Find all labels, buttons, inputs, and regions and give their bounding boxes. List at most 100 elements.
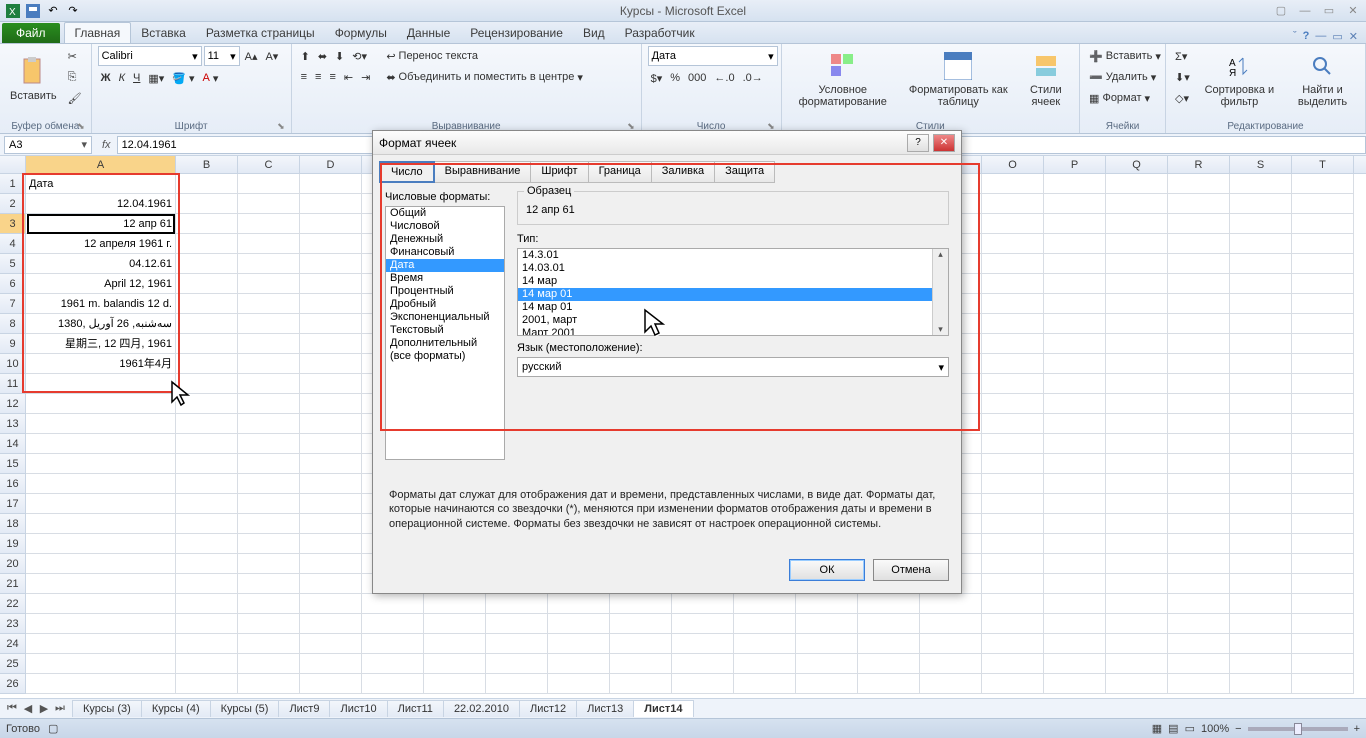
- cell[interactable]: [176, 354, 238, 374]
- cell[interactable]: [1168, 494, 1230, 514]
- cell[interactable]: [238, 394, 300, 414]
- cell[interactable]: [238, 674, 300, 694]
- cell[interactable]: [300, 534, 362, 554]
- cell[interactable]: [1292, 374, 1354, 394]
- cell[interactable]: [1168, 294, 1230, 314]
- rowhead-14[interactable]: 14: [0, 434, 26, 454]
- cell[interactable]: [1230, 334, 1292, 354]
- rowhead-16[interactable]: 16: [0, 474, 26, 494]
- cell[interactable]: [424, 594, 486, 614]
- bold-button[interactable]: Ж: [98, 68, 114, 88]
- dtab-fill[interactable]: Заливка: [651, 161, 715, 183]
- cell[interactable]: [1106, 314, 1168, 334]
- colhead-o[interactable]: O: [982, 156, 1044, 173]
- colhead-a[interactable]: A: [26, 156, 176, 173]
- rowhead-18[interactable]: 18: [0, 514, 26, 534]
- cell[interactable]: [610, 654, 672, 674]
- cell[interactable]: [300, 614, 362, 634]
- dtab-border[interactable]: Граница: [588, 161, 652, 183]
- italic-button[interactable]: К: [116, 68, 128, 88]
- font-dialog-launcher[interactable]: ⬊: [277, 121, 285, 132]
- dec-decimal-button[interactable]: .0→: [740, 68, 766, 88]
- cell[interactable]: [1292, 174, 1354, 194]
- cell[interactable]: [300, 674, 362, 694]
- cell[interactable]: [1292, 434, 1354, 454]
- cell[interactable]: [1230, 214, 1292, 234]
- cell[interactable]: [1292, 214, 1354, 234]
- cell[interactable]: [1168, 514, 1230, 534]
- cell[interactable]: [1044, 234, 1106, 254]
- rowhead-6[interactable]: 6: [0, 274, 26, 294]
- cell[interactable]: [1230, 194, 1292, 214]
- dialog-close-button[interactable]: ✕: [933, 134, 955, 152]
- dialog-title-bar[interactable]: Формат ячеек ? ✕: [373, 131, 961, 155]
- cell[interactable]: [362, 594, 424, 614]
- cell[interactable]: [238, 414, 300, 434]
- cell[interactable]: [982, 394, 1044, 414]
- category-item[interactable]: Денежный: [386, 233, 504, 246]
- cell[interactable]: [238, 354, 300, 374]
- sheet-nav-first[interactable]: ⏮: [4, 702, 20, 715]
- cell-a14[interactable]: [26, 434, 176, 454]
- rowhead-8[interactable]: 8: [0, 314, 26, 334]
- sheet-nav-prev[interactable]: ◀: [20, 702, 36, 715]
- cell[interactable]: [176, 254, 238, 274]
- cell[interactable]: [796, 634, 858, 654]
- conditional-formatting-button[interactable]: Условное форматирование: [788, 46, 898, 112]
- cell[interactable]: [1230, 634, 1292, 654]
- cell[interactable]: [176, 674, 238, 694]
- align-middle-button[interactable]: ⬌: [315, 46, 330, 66]
- cell[interactable]: [858, 594, 920, 614]
- cell[interactable]: [796, 594, 858, 614]
- cell[interactable]: [300, 194, 362, 214]
- sheet-tab[interactable]: Лист14: [633, 700, 693, 717]
- tab-view[interactable]: Вид: [573, 23, 615, 43]
- cell[interactable]: [362, 674, 424, 694]
- cell-a17[interactable]: [26, 494, 176, 514]
- cell[interactable]: [982, 294, 1044, 314]
- save-icon[interactable]: [24, 2, 42, 20]
- cell[interactable]: [1106, 474, 1168, 494]
- category-item[interactable]: Текстовый: [386, 324, 504, 337]
- cell[interactable]: [1044, 354, 1106, 374]
- cell[interactable]: [1044, 214, 1106, 234]
- cell[interactable]: [796, 674, 858, 694]
- cell[interactable]: [1230, 454, 1292, 474]
- cell[interactable]: [1106, 374, 1168, 394]
- tab-developer[interactable]: Разработчик: [615, 23, 705, 43]
- rowhead-17[interactable]: 17: [0, 494, 26, 514]
- increase-font-button[interactable]: A▴: [242, 46, 261, 66]
- cell[interactable]: [362, 654, 424, 674]
- cell[interactable]: [176, 494, 238, 514]
- cell[interactable]: [1044, 634, 1106, 654]
- cell[interactable]: [300, 254, 362, 274]
- cell[interactable]: [672, 634, 734, 654]
- cell[interactable]: [1230, 554, 1292, 574]
- cell-a24[interactable]: [26, 634, 176, 654]
- cell-a3[interactable]: 12 апр 61: [26, 214, 176, 234]
- cell[interactable]: [1292, 394, 1354, 414]
- cell[interactable]: [1292, 634, 1354, 654]
- tab-data[interactable]: Данные: [397, 23, 460, 43]
- cell[interactable]: [1044, 594, 1106, 614]
- help-icon[interactable]: ?: [1303, 30, 1310, 43]
- colhead-s[interactable]: S: [1230, 156, 1292, 173]
- doc-restore-icon[interactable]: ▭: [1332, 30, 1342, 43]
- cell[interactable]: [982, 634, 1044, 654]
- cell[interactable]: [1292, 654, 1354, 674]
- cell[interactable]: [300, 654, 362, 674]
- rowhead-7[interactable]: 7: [0, 294, 26, 314]
- cell[interactable]: [1044, 394, 1106, 414]
- cell[interactable]: [1106, 554, 1168, 574]
- tab-review[interactable]: Рецензирование: [460, 23, 573, 43]
- rowhead-10[interactable]: 10: [0, 354, 26, 374]
- cell[interactable]: [982, 554, 1044, 574]
- cell[interactable]: [796, 654, 858, 674]
- dtab-protection[interactable]: Защита: [714, 161, 775, 183]
- rowhead-26[interactable]: 26: [0, 674, 26, 694]
- language-combo[interactable]: русский▾: [517, 357, 949, 377]
- cell[interactable]: [1292, 354, 1354, 374]
- align-top-button[interactable]: ⬆: [298, 46, 313, 66]
- clipboard-dialog-launcher[interactable]: ⬊: [77, 121, 85, 132]
- type-item[interactable]: Март 2001: [518, 327, 948, 336]
